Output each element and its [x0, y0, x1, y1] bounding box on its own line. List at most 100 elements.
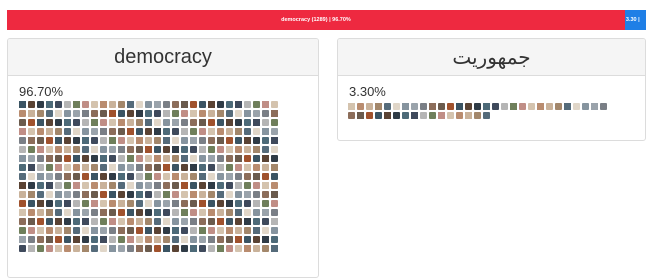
avatar-thumbnail[interactable]	[145, 173, 152, 180]
avatar-thumbnail[interactable]	[82, 119, 89, 126]
avatar-thumbnail[interactable]	[366, 112, 373, 119]
avatar-thumbnail[interactable]	[73, 164, 80, 171]
avatar-thumbnail[interactable]	[217, 173, 224, 180]
avatar-thumbnail[interactable]	[136, 218, 143, 225]
avatar-thumbnail[interactable]	[244, 200, 251, 207]
avatar-thumbnail[interactable]	[64, 110, 71, 117]
avatar-thumbnail[interactable]	[483, 112, 490, 119]
avatar-thumbnail[interactable]	[109, 164, 116, 171]
avatar-thumbnail[interactable]	[253, 119, 260, 126]
avatar-thumbnail[interactable]	[73, 137, 80, 144]
avatar-thumbnail[interactable]	[64, 182, 71, 189]
avatar-thumbnail[interactable]	[172, 110, 179, 117]
avatar-thumbnail[interactable]	[199, 164, 206, 171]
avatar-thumbnail[interactable]	[262, 245, 269, 252]
avatar-thumbnail[interactable]	[226, 209, 233, 216]
avatar-thumbnail[interactable]	[172, 245, 179, 252]
avatar-thumbnail[interactable]	[91, 101, 98, 108]
avatar-thumbnail[interactable]	[190, 245, 197, 252]
avatar-thumbnail[interactable]	[64, 200, 71, 207]
avatar-thumbnail[interactable]	[208, 200, 215, 207]
avatar-thumbnail[interactable]	[438, 103, 445, 110]
avatar-thumbnail[interactable]	[109, 146, 116, 153]
avatar-thumbnail[interactable]	[145, 182, 152, 189]
avatar-thumbnail[interactable]	[136, 164, 143, 171]
avatar-thumbnail[interactable]	[172, 128, 179, 135]
avatar-thumbnail[interactable]	[100, 128, 107, 135]
avatar-thumbnail[interactable]	[37, 119, 44, 126]
progress-segment-jomhuriat[interactable]: 3.30 |	[624, 10, 646, 30]
avatar-thumbnail[interactable]	[537, 103, 544, 110]
avatar-thumbnail[interactable]	[127, 209, 134, 216]
avatar-thumbnail[interactable]	[253, 182, 260, 189]
avatar-thumbnail[interactable]	[28, 146, 35, 153]
avatar-thumbnail[interactable]	[519, 103, 526, 110]
avatar-thumbnail[interactable]	[393, 112, 400, 119]
avatar-thumbnail[interactable]	[91, 200, 98, 207]
avatar-thumbnail[interactable]	[181, 218, 188, 225]
avatar-thumbnail[interactable]	[253, 101, 260, 108]
avatar-thumbnail[interactable]	[19, 191, 26, 198]
avatar-thumbnail[interactable]	[145, 200, 152, 207]
avatar-thumbnail[interactable]	[244, 182, 251, 189]
avatar-thumbnail[interactable]	[55, 101, 62, 108]
avatar-thumbnail[interactable]	[19, 236, 26, 243]
avatar-thumbnail[interactable]	[91, 236, 98, 243]
avatar-thumbnail[interactable]	[100, 209, 107, 216]
avatar-thumbnail[interactable]	[456, 112, 463, 119]
avatar-thumbnail[interactable]	[226, 137, 233, 144]
avatar-thumbnail[interactable]	[37, 218, 44, 225]
avatar-thumbnail[interactable]	[82, 101, 89, 108]
avatar-thumbnail[interactable]	[235, 245, 242, 252]
avatar-thumbnail[interactable]	[262, 110, 269, 117]
avatar-thumbnail[interactable]	[244, 128, 251, 135]
avatar-thumbnail[interactable]	[208, 128, 215, 135]
avatar-thumbnail[interactable]	[253, 110, 260, 117]
avatar-thumbnail[interactable]	[528, 103, 535, 110]
avatar-thumbnail[interactable]	[82, 128, 89, 135]
avatar-thumbnail[interactable]	[199, 218, 206, 225]
avatar-thumbnail[interactable]	[136, 236, 143, 243]
avatar-thumbnail[interactable]	[217, 110, 224, 117]
avatar-thumbnail[interactable]	[154, 137, 161, 144]
avatar-thumbnail[interactable]	[100, 155, 107, 162]
avatar-thumbnail[interactable]	[145, 119, 152, 126]
avatar-thumbnail[interactable]	[271, 119, 278, 126]
avatar-thumbnail[interactable]	[109, 245, 116, 252]
avatar-thumbnail[interactable]	[19, 218, 26, 225]
avatar-thumbnail[interactable]	[145, 218, 152, 225]
avatar-thumbnail[interactable]	[55, 137, 62, 144]
avatar-thumbnail[interactable]	[46, 137, 53, 144]
avatar-thumbnail[interactable]	[154, 128, 161, 135]
avatar-thumbnail[interactable]	[28, 128, 35, 135]
avatar-thumbnail[interactable]	[28, 218, 35, 225]
avatar-thumbnail[interactable]	[64, 236, 71, 243]
avatar-thumbnail[interactable]	[136, 227, 143, 234]
avatar-thumbnail[interactable]	[271, 200, 278, 207]
avatar-thumbnail[interactable]	[100, 218, 107, 225]
avatar-thumbnail[interactable]	[235, 182, 242, 189]
avatar-thumbnail[interactable]	[109, 137, 116, 144]
avatar-thumbnail[interactable]	[447, 103, 454, 110]
avatar-thumbnail[interactable]	[118, 182, 125, 189]
avatar-thumbnail[interactable]	[154, 146, 161, 153]
avatar-thumbnail[interactable]	[208, 236, 215, 243]
avatar-thumbnail[interactable]	[244, 119, 251, 126]
avatar-thumbnail[interactable]	[271, 218, 278, 225]
avatar-thumbnail[interactable]	[145, 164, 152, 171]
avatar-thumbnail[interactable]	[100, 245, 107, 252]
avatar-thumbnail[interactable]	[262, 182, 269, 189]
avatar-thumbnail[interactable]	[145, 101, 152, 108]
avatar-thumbnail[interactable]	[136, 182, 143, 189]
avatar-thumbnail[interactable]	[172, 119, 179, 126]
avatar-thumbnail[interactable]	[492, 103, 499, 110]
avatar-thumbnail[interactable]	[235, 209, 242, 216]
progress-segment-democracy[interactable]: democracy (1289) | 96.70%	[7, 10, 625, 30]
avatar-thumbnail[interactable]	[217, 164, 224, 171]
avatar-thumbnail[interactable]	[163, 182, 170, 189]
avatar-thumbnail[interactable]	[64, 101, 71, 108]
avatar-thumbnail[interactable]	[55, 200, 62, 207]
avatar-thumbnail[interactable]	[28, 137, 35, 144]
avatar-thumbnail[interactable]	[91, 227, 98, 234]
avatar-thumbnail[interactable]	[118, 164, 125, 171]
